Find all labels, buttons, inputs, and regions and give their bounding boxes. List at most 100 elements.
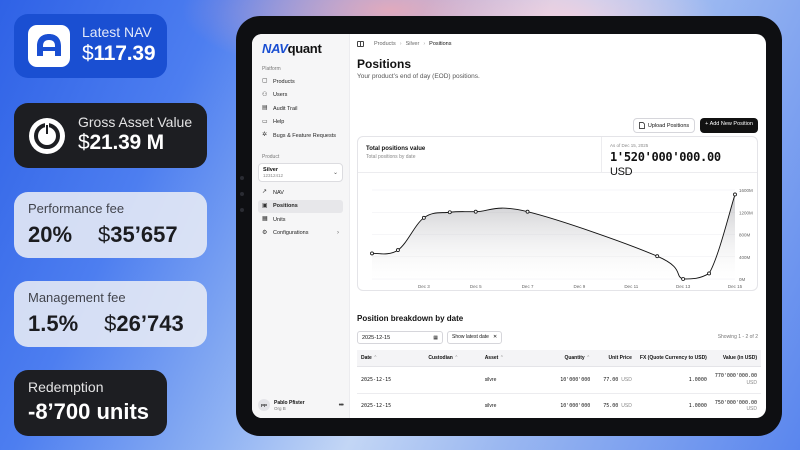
tablet-frame: NAVquant Platform ▢ Products ⚇ Users ▤ Audit … <box>236 16 782 436</box>
cell-custodian <box>424 366 481 394</box>
management-fee-card: Management fee 1.5% $26’743 <box>14 281 207 347</box>
show-latest-date-chip[interactable]: Show latest date ✕ <box>447 330 503 344</box>
x-tick-label: Dec 7 <box>522 284 534 289</box>
sidebar-item-configurations[interactable]: ⚙ Configurations › <box>258 227 343 240</box>
sidebar-item-label: NAV <box>273 189 284 196</box>
sidebar-item-positions[interactable]: ▣ Positions <box>258 199 343 213</box>
book-icon: ▭ <box>262 118 268 125</box>
latest-nav-value: $117.39 <box>82 41 156 65</box>
product-select[interactable]: Silver 12312412 ⌄ <box>258 163 343 182</box>
table-row[interactable]: 2025-12-15 silvre 10'000'000 75.00 USD 1.000… <box>357 393 761 418</box>
breadcrumb-products[interactable]: Products <box>374 41 396 47</box>
breadcrumb-silver[interactable]: Silver <box>406 41 420 47</box>
chart-title: Total positions value <box>366 146 426 152</box>
data-point[interactable] <box>370 251 374 256</box>
sort-asc-icon: ⌃ <box>373 355 378 361</box>
sidebar-section-product: Product <box>262 154 280 160</box>
close-icon[interactable]: ✕ <box>493 334 497 340</box>
cell-asset: silvre <box>480 366 544 394</box>
positions-table: Date ⌃ Custodian ⌃ Asset ⌃ Quantity ⌃ Un… <box>357 350 761 418</box>
cell-value: 770'000'000.00 USD <box>710 366 761 394</box>
data-point[interactable] <box>473 209 478 214</box>
performance-fee-percent: 20% <box>28 222 73 248</box>
app-screen: NAVquant Platform ▢ Products ⚇ Users ▤ Audit … <box>252 34 766 418</box>
x-tick-label: Dec 15 <box>728 284 743 289</box>
area-fill <box>372 194 735 279</box>
chevron-right-icon: › <box>337 230 339 236</box>
y-tick-label: 1200M <box>739 210 753 215</box>
cell-custodian <box>424 393 481 418</box>
col-quantity[interactable]: Quantity ⌃ <box>543 350 595 367</box>
chevron-right-icon: › <box>423 41 426 47</box>
performance-fee-label: Performance fee <box>28 201 125 216</box>
col-unit-price[interactable]: Unit Price <box>594 350 636 367</box>
gross-asset-value-label: Gross Asset Value <box>78 113 193 130</box>
col-fx[interactable]: FX (Quote Currency to USD) <box>635 350 711 367</box>
col-value[interactable]: Value (in USD) <box>710 350 761 367</box>
x-tick-label: Dec 3 <box>418 284 430 289</box>
sidebar-item-label: Configurations <box>273 230 309 236</box>
data-point[interactable] <box>707 271 711 276</box>
data-point[interactable] <box>655 254 660 259</box>
col-custodian[interactable]: Custodian ⌃ <box>424 350 481 367</box>
briefcase-icon: ▣ <box>262 202 268 209</box>
x-tick-label: Dec 9 <box>574 284 586 289</box>
y-tick-label: 400M <box>739 255 751 260</box>
sidebar-item-label: Positions <box>273 203 298 209</box>
data-point[interactable] <box>421 215 426 220</box>
upload-positions-button[interactable]: Upload Positions <box>632 118 696 133</box>
user-name: Pablo Pfister <box>274 399 305 406</box>
data-point[interactable] <box>525 209 530 214</box>
cell-quantity: 10'000'000 <box>543 366 595 394</box>
y-tick-label: 0M <box>739 277 746 282</box>
y-tick-label: 1600M <box>739 188 753 193</box>
sidebar-item-users[interactable]: ⚇ Users <box>258 89 343 102</box>
sidebar-item-label: Audit Trail <box>273 105 298 112</box>
chevron-right-icon: › <box>399 41 402 47</box>
sidebar-item-units[interactable]: ▦ Units <box>258 213 343 226</box>
data-point[interactable] <box>447 210 452 215</box>
positions-area-chart[interactable]: 0M 400M 800M 1200M 1600M Dec 3 Dec 5 Dec 7 Dec 9… <box>358 174 763 290</box>
sidebar-item-products[interactable]: ▢ Products <box>258 75 343 88</box>
more-icon[interactable]: ••• <box>339 402 344 409</box>
col-date[interactable]: Date ⌃ <box>357 350 425 367</box>
date-input[interactable]: 2025-12-15 ▦ <box>357 330 443 344</box>
sidebar-item-nav[interactable]: ↗ NAV <box>258 186 343 199</box>
tablet-camera-dot <box>240 192 244 196</box>
chevron-up-down-icon: ⌄ <box>332 170 338 176</box>
data-point[interactable] <box>733 192 737 197</box>
ring-logo-icon <box>29 117 65 154</box>
table-row[interactable]: 2025-12-15 silvre 10'000'000 77.00 USD 1.000… <box>357 366 761 394</box>
settings-icon: ⚙ <box>262 229 268 236</box>
performance-fee-amount: $35’657 <box>98 222 178 248</box>
file-upload-icon <box>639 122 645 129</box>
box-icon: ▢ <box>262 78 268 84</box>
cell-value: 750'000'000.00 USD <box>710 393 761 418</box>
users-icon: ⚇ <box>262 91 268 98</box>
positions-chart-card: Total positions value Total positions by… <box>357 136 758 291</box>
sidebar-item-label: Users <box>273 92 288 98</box>
brand-logo[interactable]: NAVquant <box>258 41 343 56</box>
bug-icon: ✲ <box>262 132 268 138</box>
management-fee-amount: $26’743 <box>104 311 184 337</box>
sort-icon: ⌃ <box>499 355 504 361</box>
col-asset[interactable]: Asset ⌃ <box>480 350 544 367</box>
sidebar: NAVquant Platform ▢ Products ⚇ Users ▤ Audit … <box>252 34 350 418</box>
page-title: Positions <box>357 57 412 71</box>
user-menu[interactable]: PP Pablo Pfister Org B ••• <box>258 399 344 411</box>
add-new-position-button[interactable]: + Add New Position <box>700 118 758 133</box>
data-point[interactable] <box>396 248 400 252</box>
data-point[interactable] <box>681 277 686 281</box>
sidebar-item-bugs-feature-requests[interactable]: ✲ Bugs & Feature Requests <box>258 129 343 142</box>
y-tick-label: 800M <box>739 233 751 238</box>
sidebar-item-help[interactable]: ▭ Help <box>258 116 343 129</box>
gross-asset-value-card: Gross Asset Value $21.39 M <box>14 103 207 168</box>
product-select-code: 12312412 <box>263 173 284 178</box>
redemption-label: Redemption <box>28 379 104 395</box>
sidebar-item-audit-trail[interactable]: ▤ Audit Trail <box>258 102 343 115</box>
sort-icon: ⌃ <box>454 355 459 361</box>
x-tick-label: Dec 13 <box>676 284 691 289</box>
cell-fx: 1.0000 <box>635 393 711 418</box>
sidebar-toggle-icon[interactable] <box>357 41 364 47</box>
pagination-status: Showing 1 - 2 of 2 <box>717 334 758 340</box>
